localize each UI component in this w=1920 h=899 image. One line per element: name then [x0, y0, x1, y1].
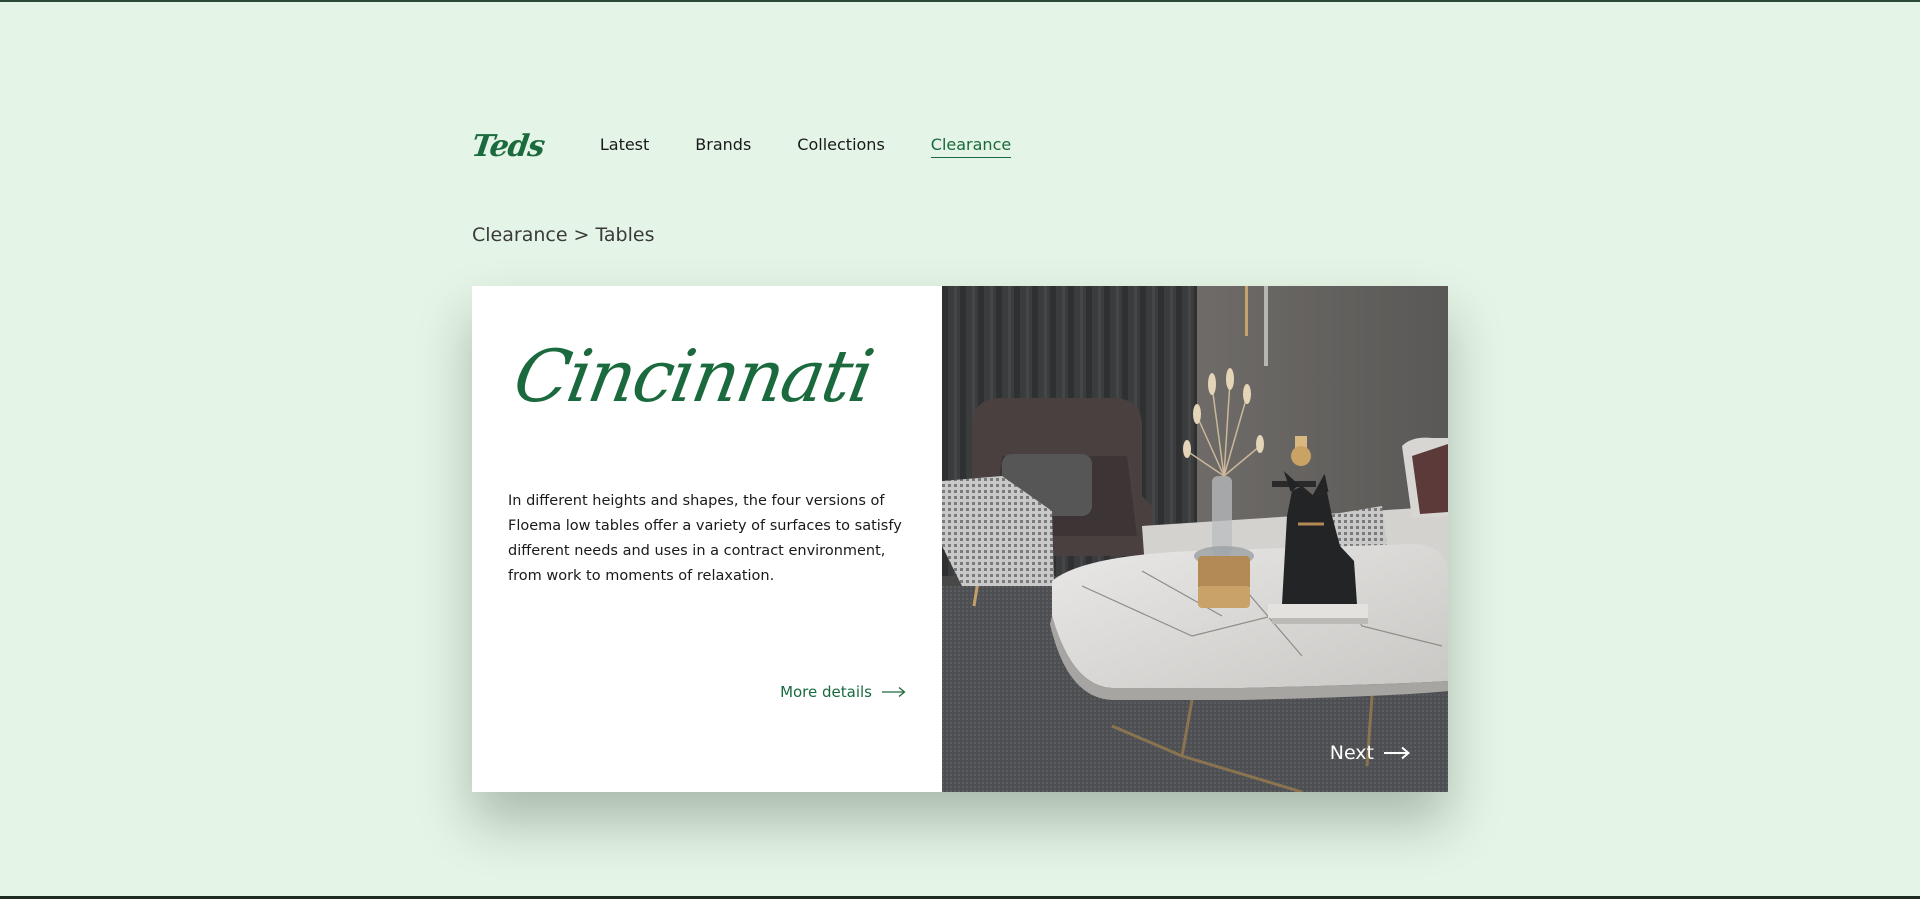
arrow-right-icon	[882, 686, 906, 698]
more-details-link[interactable]: More details	[780, 683, 906, 701]
nav-item-latest[interactable]: Latest	[600, 135, 649, 157]
next-label: Next	[1329, 742, 1374, 764]
nav-item-clearance[interactable]: Clearance	[930, 135, 1012, 158]
breadcrumb-separator: >	[573, 224, 590, 246]
product-card: Cincinnati In different heights and shap…	[472, 286, 1448, 792]
logo[interactable]: Teds	[470, 129, 547, 164]
product-title: Cincinnati	[508, 334, 879, 418]
living-room-photo	[942, 286, 1448, 792]
nav-item-brands[interactable]: Brands	[695, 135, 751, 157]
more-details-label: More details	[780, 683, 872, 701]
breadcrumb-current: Tables	[595, 224, 655, 246]
product-info-panel: Cincinnati In different heights and shap…	[472, 286, 942, 792]
arrow-right-icon	[1384, 746, 1410, 760]
next-button[interactable]: Next	[1330, 742, 1410, 764]
nav-item-collections[interactable]: Collections	[797, 135, 884, 157]
breadcrumb: Clearance > Tables	[472, 224, 654, 246]
product-image: Next	[942, 286, 1448, 792]
product-description: In different heights and shapes, the fou…	[508, 493, 902, 584]
breadcrumb-clearance[interactable]: Clearance	[472, 224, 568, 246]
main-nav: Teds Latest Brands Collections Clearance	[470, 126, 1057, 166]
